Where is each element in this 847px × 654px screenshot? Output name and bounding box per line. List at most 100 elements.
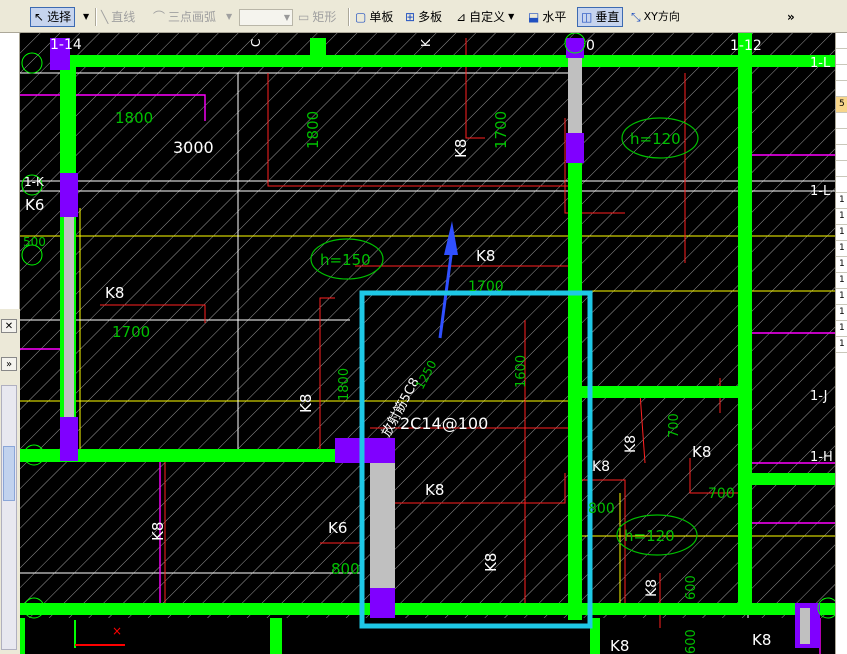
label-k8-lower: K8 bbox=[149, 522, 167, 541]
grid-label-0: 0 bbox=[586, 38, 595, 54]
arc-dropdown-arrow[interactable]: ▼ bbox=[226, 7, 232, 27]
column-l-shaped-core bbox=[370, 463, 395, 588]
label-k8-bottom-2: K8 bbox=[752, 631, 771, 649]
vertical-button[interactable]: ◫ 垂直 bbox=[577, 7, 624, 27]
label-k8-top: K8 bbox=[452, 139, 470, 158]
dim-800-a: 800 bbox=[331, 560, 360, 578]
column-center-top bbox=[566, 38, 584, 58]
cursor-arrow-icon: ↖ bbox=[34, 10, 45, 24]
horizontal-label: 水平 bbox=[542, 10, 567, 24]
dim-700-a: 700 bbox=[667, 413, 682, 438]
multi-board-button[interactable]: ⊞ 多板 bbox=[405, 7, 442, 27]
column-left-bottom bbox=[60, 417, 78, 461]
xy-direction-button[interactable]: ⤡ XY方向 bbox=[631, 7, 680, 27]
property-row[interactable] bbox=[836, 161, 847, 177]
property-row[interactable]: 1 bbox=[836, 305, 847, 321]
left-dock-panel: ✕ » bbox=[0, 33, 20, 654]
property-row[interactable] bbox=[836, 113, 847, 129]
floor-slab-plan[interactable]: × 1-14 0 1-12 1-L 1-L 1-J 1-H 1-K C K 18… bbox=[20, 33, 835, 654]
beam-right-vertical bbox=[738, 33, 752, 613]
property-row[interactable] bbox=[836, 129, 847, 145]
panel-scrollbar[interactable] bbox=[1, 385, 17, 650]
horizontal-button[interactable]: ⬓ 水平 bbox=[528, 7, 566, 27]
property-row[interactable]: 1 bbox=[836, 321, 847, 337]
single-board-icon: ▢ bbox=[355, 10, 367, 24]
property-row[interactable] bbox=[836, 33, 847, 49]
dim-3000: 3000 bbox=[173, 138, 214, 157]
property-row[interactable]: 1 bbox=[836, 241, 847, 257]
toolbar-separator bbox=[348, 8, 350, 26]
horizontal-icon: ⬓ bbox=[528, 10, 540, 24]
property-row[interactable]: 1 bbox=[836, 257, 847, 273]
label-k8-left: K8 bbox=[105, 284, 124, 302]
dim-600-b: 600 bbox=[684, 629, 699, 654]
toolbar-overflow-button[interactable]: » bbox=[787, 7, 795, 27]
property-row[interactable]: 1 bbox=[836, 225, 847, 241]
property-row[interactable]: 1 bbox=[836, 273, 847, 289]
dim-1800-b: 1800 bbox=[304, 111, 322, 149]
select-tool-label: 选择 bbox=[47, 10, 72, 24]
left-panel-content bbox=[0, 33, 20, 309]
property-row[interactable] bbox=[836, 177, 847, 193]
dim-500: 500 bbox=[23, 235, 46, 249]
dim-1600: 1600 bbox=[514, 355, 529, 388]
label-k8-mid: K8 bbox=[425, 481, 444, 499]
single-board-label: 单板 bbox=[369, 10, 394, 24]
property-row[interactable] bbox=[836, 81, 847, 97]
lower-void bbox=[20, 618, 835, 654]
label-k6-left: K6 bbox=[25, 196, 44, 214]
line-tool-button[interactable]: ╲ 直线 bbox=[101, 7, 135, 27]
label-h120-bottom: h=120 bbox=[624, 527, 675, 545]
property-row[interactable] bbox=[836, 145, 847, 161]
top-label-k: K bbox=[419, 38, 433, 47]
property-row[interactable]: 1 bbox=[836, 209, 847, 225]
beam-right-short bbox=[750, 473, 835, 485]
select-tool-button[interactable]: ↖ 选择 bbox=[30, 7, 76, 27]
dim-1700-left: 1700 bbox=[112, 323, 150, 341]
scrollbar-thumb[interactable] bbox=[3, 446, 15, 501]
vertical-icon: ◫ bbox=[581, 10, 593, 24]
single-board-button[interactable]: ▢ 单板 bbox=[355, 7, 393, 27]
panel-close-button[interactable]: ✕ bbox=[1, 319, 17, 333]
column-l-shaped-bottom bbox=[370, 588, 395, 618]
property-row[interactable] bbox=[836, 49, 847, 65]
grid-label-1-L-b: 1-L bbox=[810, 184, 831, 199]
beam-stub-bottom-1 bbox=[270, 618, 282, 654]
select-dropdown-arrow[interactable]: ▼ bbox=[83, 7, 89, 27]
dim-1700-top: 1700 bbox=[492, 111, 510, 149]
custom-shape-icon: ⊿ bbox=[456, 10, 467, 24]
column-l-shaped-top bbox=[335, 438, 395, 463]
beam-stub-bottom-left bbox=[20, 618, 25, 654]
arc-icon: ⌒ bbox=[153, 10, 166, 24]
beam-top-right bbox=[578, 55, 835, 67]
combo-arrow-icon: ▼ bbox=[283, 13, 290, 22]
grid-label-1-J: 1-J bbox=[810, 389, 828, 404]
property-grid-panel: 51111111111 bbox=[835, 33, 847, 654]
property-row[interactable] bbox=[836, 65, 847, 81]
svg-text:×: × bbox=[112, 624, 122, 638]
multi-board-label: 多板 bbox=[418, 10, 443, 24]
line-icon: ╲ bbox=[101, 10, 109, 24]
xy-direction-label: XY方向 bbox=[643, 10, 680, 23]
label-k8-lower-vertical: K8 bbox=[482, 553, 500, 572]
drawing-toolbar: ↖ 选择 ▼ ╲ 直线 ⌒ 三点画弧 ▼ ▼ ▭ 矩形 ▢ 单板 ⊞ 多板 ⊿ 自定义 ▼ ⬓ 水… bbox=[0, 0, 847, 33]
top-label-c: C bbox=[249, 39, 263, 47]
grid-label-1-L-a: 1-L bbox=[810, 56, 831, 71]
custom-button[interactable]: ⊿ 自定义 ▼ bbox=[456, 7, 514, 27]
property-row[interactable]: 1 bbox=[836, 337, 847, 353]
rectangle-icon: ▭ bbox=[298, 10, 310, 24]
grid-label-1-K: 1-K bbox=[24, 175, 45, 189]
disabled-combo-box[interactable]: ▼ bbox=[239, 9, 293, 26]
arc-tool-button[interactable]: ⌒ 三点画弧 bbox=[153, 7, 216, 27]
property-row[interactable]: 5 bbox=[836, 97, 847, 113]
property-row[interactable]: 1 bbox=[836, 289, 847, 305]
line-tool-label: 直线 bbox=[111, 10, 136, 24]
property-row[interactable]: 1 bbox=[836, 193, 847, 209]
custom-label: 自定义 bbox=[469, 10, 506, 24]
rect-tool-button[interactable]: ▭ 矩形 bbox=[298, 7, 336, 27]
dim-1800-vertical: 1800 bbox=[337, 368, 352, 401]
panel-expand-button[interactable]: » bbox=[1, 357, 17, 371]
rebar-2c14: 2C14@100 bbox=[400, 414, 488, 433]
label-k6-lower: K6 bbox=[328, 519, 347, 537]
drawing-canvas[interactable]: × 1-14 0 1-12 1-L 1-L 1-J 1-H 1-K C K 18… bbox=[20, 33, 835, 654]
